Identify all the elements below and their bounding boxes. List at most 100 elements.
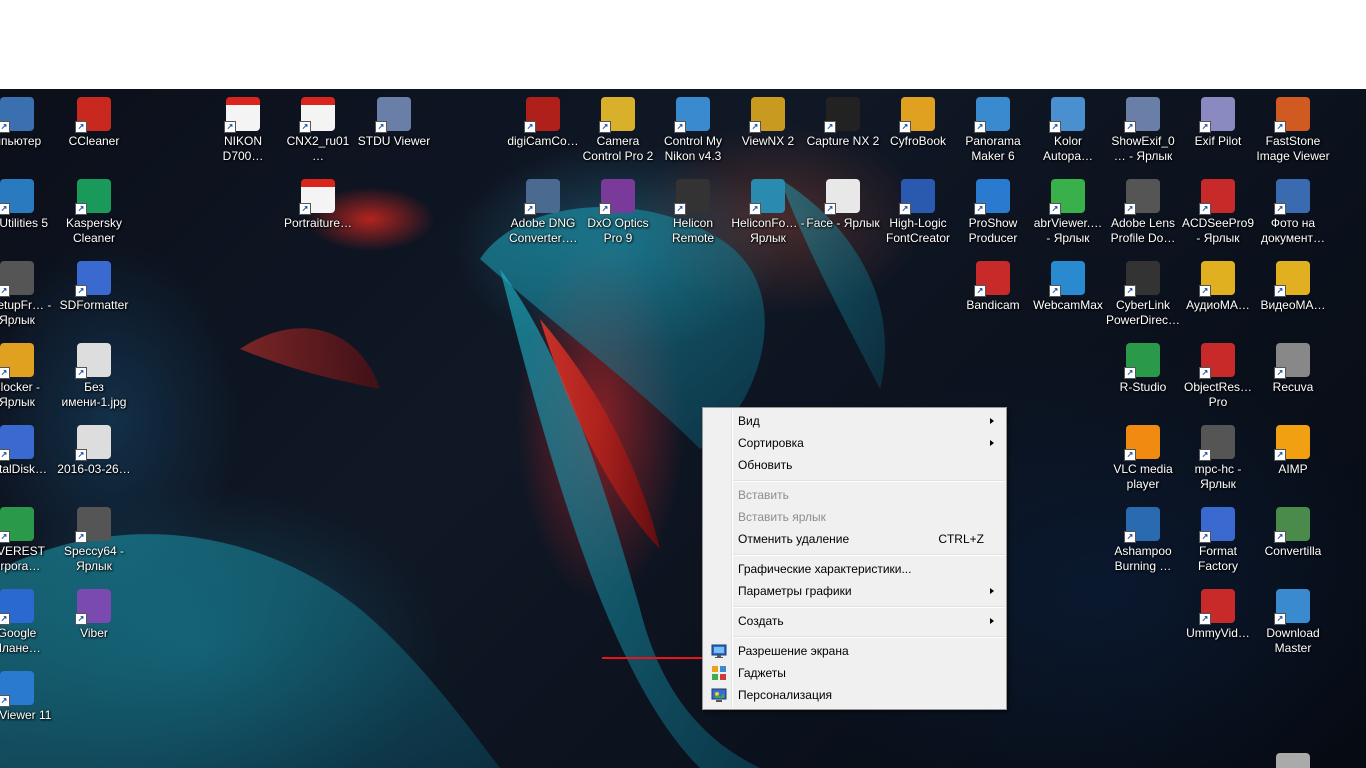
desktop-icon[interactable]: ↗ CyfroBook [881, 97, 955, 149]
desktop-icon[interactable]: ↗ ObjectRes… Pro [1181, 343, 1255, 410]
menu-item-label: Разрешение экрана [738, 644, 849, 658]
desktop-icon[interactable]: ↗ Без имени-1.jpg [57, 343, 131, 410]
desktop-icon[interactable]: ↗ mpc-hc - Ярлык [1181, 425, 1255, 492]
desktop-icon[interactable]: ↗ Face - Ярлык [806, 179, 880, 231]
desktop-icon[interactable]: ↗nlocker - Ярлык [0, 343, 54, 410]
videomaster-icon: ↗ [1274, 261, 1310, 297]
desktop-icon[interactable]: ↗ WebcamMax [1031, 261, 1105, 313]
menu-item-screen-resolution[interactable]: Разрешение экрана [705, 640, 1004, 662]
desktop-icon[interactable]: ↗ Control My Nikon v4.3 [656, 97, 730, 164]
desktop-icon[interactable]: ↗ HeliconFo… - Ярлык [731, 179, 805, 246]
desktop-icon[interactable]: ↗ ShowExif_0… - Ярлык [1106, 97, 1180, 164]
powerdirector-icon: ↗ [1124, 261, 1160, 297]
desktop-icon-label: АудиоМА… [1186, 298, 1250, 312]
shortcut-arrow-icon: ↗ [1124, 367, 1136, 379]
desktop-icon[interactable]: ↗nSetupFr… - Ярлык [0, 261, 54, 328]
desktop-icon-label: ВидеоМА… [1260, 298, 1326, 312]
utilities-icon: ↗ [0, 179, 34, 215]
shortcut-arrow-icon: ↗ [1274, 285, 1286, 297]
desktop-icon[interactable]: ↗ 2016-03-26… [57, 425, 131, 477]
desktop-icon[interactable]: ↗ Kaspersky Cleaner [57, 179, 131, 246]
menu-item-label: Обновить [738, 458, 793, 472]
adobe-lens-icon: ↗ [1124, 179, 1160, 215]
desktop-icon[interactable]: ↗ Recuva [1256, 343, 1330, 395]
desktop-icon[interactable]: ↗ FastStone Image Viewer [1256, 97, 1330, 164]
menu-item-paste[interactable]: Вставить [705, 484, 1004, 506]
desktop-icon[interactable]: ↗ Format Factory [1181, 507, 1255, 574]
desktop-icon[interactable]: ↗ ProShow Producer [956, 179, 1030, 246]
desktop-icon[interactable]: ↗EVEREST orpora… [0, 507, 54, 574]
desktop-icon-label: CNX2_ru01… [286, 134, 350, 163]
desktop-icon[interactable]: ↗Google Плане… [0, 589, 54, 656]
desktop-icon[interactable]: ↗ CyberLink PowerDirec… [1106, 261, 1180, 328]
desktop-icon[interactable]: ↗ Helicon Remote [656, 179, 730, 246]
desktop-icon[interactable]: ↗ SDFormatter [57, 261, 131, 313]
desktop-icon[interactable]: ↗ Capture NX 2 [806, 97, 880, 149]
menu-item-sort[interactable]: Сортировка [705, 432, 1004, 454]
desktop-icon[interactable]: ↗ Kolor Autopa… [1031, 97, 1105, 164]
menu-item-paste-shortcut[interactable]: Вставить ярлык [705, 506, 1004, 528]
desktop-icon[interactable]: ↗ DxO Optics Pro 9 [581, 179, 655, 246]
desktop-icon[interactable]: ↗ Speccy64 - Ярлык [57, 507, 131, 574]
desktop[interactable]: ↗мпьютер↗CCleaner↗NIKON D700…↗CNX2_ru01…… [0, 89, 1366, 768]
desktop-icon[interactable]: ↗ AIMP [1256, 425, 1330, 477]
desktop-icon[interactable]: ↗ CCleaner [57, 97, 131, 149]
cyfrobook-icon: ↗ [899, 97, 935, 133]
desktop-icon[interactable]: ↗ Ashampoo Burning … [1106, 507, 1180, 574]
desktop-icon-label: Ashampoo Burning … [1114, 544, 1172, 573]
desktop-icon[interactable]: ↗ Exif Pilot [1181, 97, 1255, 149]
desktop-icon[interactable]: ↗ ACDSeePro9 - Ярлык [1181, 179, 1255, 246]
desktop-icon[interactable]: ↗ CNX2_ru01… [281, 97, 355, 164]
desktop-icon[interactable]: ↗ ВидеоМА… [1256, 261, 1330, 313]
desktop-icon[interactable]: ↗ Download Master [1256, 589, 1330, 656]
desktop-icon[interactable]: ↗ UmmyVid… [1181, 589, 1255, 641]
menu-item-undo-delete[interactable]: Отменить удаление CTRL+Z [705, 528, 1004, 550]
menu-item-new[interactable]: Создать [705, 610, 1004, 632]
desktop-icon[interactable]: ↗ R-Studio [1106, 343, 1180, 395]
shortcut-arrow-icon: ↗ [1274, 613, 1286, 625]
desktop-icon[interactable]: ↗ STDU Viewer [357, 97, 431, 149]
desktop-icon[interactable]: ↗ Portraiture… [281, 179, 355, 231]
desktop-icon[interactable]: ↗ Panorama Maker 6 [956, 97, 1030, 164]
desktop-icon[interactable]: ↗ Adobe DNG Converter…. [506, 179, 580, 246]
menu-item-refresh[interactable]: Обновить [705, 454, 1004, 476]
shortcut-arrow-icon: ↗ [375, 121, 387, 133]
viewnx-icon: ↗ [749, 97, 785, 133]
desktop-icon[interactable]: ↗ abrViewer.… - Ярлык [1031, 179, 1105, 246]
desktop-icon-label: Face - Ярлык [806, 216, 880, 230]
desktop-icon[interactable]: ↗ NIKON D700… [206, 97, 280, 164]
desktop-icon[interactable]: ↗ digiCamCo… [506, 97, 580, 149]
desktop-icon[interactable]: ↗ Viber [57, 589, 131, 641]
desktop-icon[interactable]: ↗ystalDisk… [0, 425, 54, 477]
desktop-icon[interactable]: ↗мпьютер [0, 97, 54, 149]
shortcut-arrow-icon: ↗ [1274, 203, 1286, 215]
faststone-icon: ↗ [1274, 97, 1310, 133]
menu-item-view[interactable]: Вид [705, 410, 1004, 432]
desktop-icon[interactable]: ↗ АудиоМА… [1181, 261, 1255, 313]
desktop-icon[interactable]: ↗ ViewNX 2 [731, 97, 805, 149]
desktop-icon-label: Control My Nikon v4.3 [663, 134, 722, 163]
desktop-icon[interactable]: ↗ Convertilla [1256, 507, 1330, 559]
desktop-icon[interactable]: ↗ry Utilities 5 [0, 179, 54, 231]
menu-item-gadgets[interactable]: Гаджеты [705, 662, 1004, 684]
exif-pilot-icon: ↗ [1199, 97, 1235, 133]
desktop-icon-label: Format Factory [1197, 544, 1238, 573]
desktop-icon[interactable]: ↗ VLC media player [1106, 425, 1180, 492]
abrviewer-icon: ↗ [1049, 179, 1085, 215]
menu-item-graphics-options[interactable]: Параметры графики [705, 580, 1004, 602]
setup-icon: ↗ [0, 261, 34, 297]
desktop-icon[interactable]: ↗ Camera Control Pro 2 [581, 97, 655, 164]
menu-item-personalization[interactable]: Персонализация [705, 684, 1004, 706]
recycle-bin-icon: ↗ [1276, 753, 1310, 768]
menu-item-graphics-properties[interactable]: Графические характеристики... [705, 558, 1004, 580]
desktop-icon[interactable]: ↗ [1256, 753, 1330, 768]
menu-separator [733, 636, 1004, 638]
desktop-icon[interactable]: ↗ Adobe Lens Profile Do… [1106, 179, 1180, 246]
vlc-icon: ↗ [1124, 425, 1160, 461]
desktop-icon[interactable]: ↗amViewer 11 [0, 671, 54, 723]
control-my-nikon-icon: ↗ [674, 97, 710, 133]
desktop-icon[interactable]: ↗ Фото на документ… [1256, 179, 1330, 246]
context-menu[interactable]: Вид Сортировка Обновить Вставить Вставит… [702, 407, 1007, 710]
desktop-icon[interactable]: ↗ Bandicam [956, 261, 1030, 313]
desktop-icon[interactable]: ↗ High-Logic FontCreator [881, 179, 955, 246]
